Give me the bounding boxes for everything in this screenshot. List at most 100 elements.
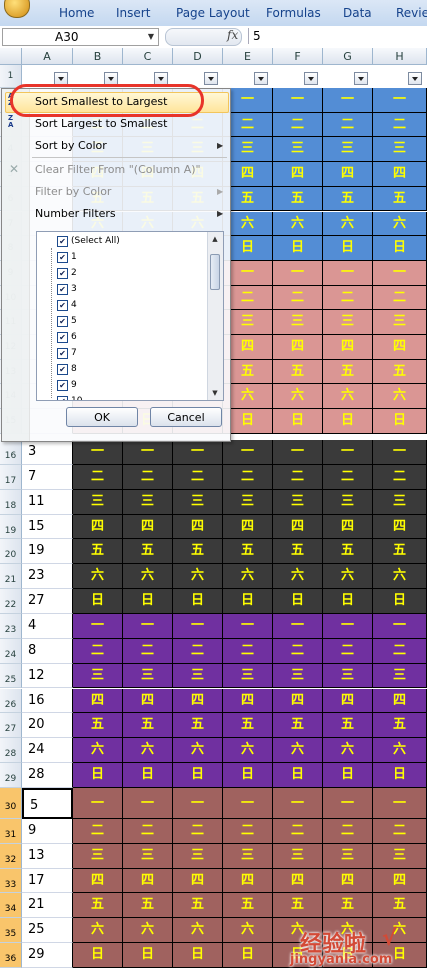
tab-home[interactable]: Home xyxy=(59,6,94,20)
table-cell[interactable]: 三 xyxy=(173,843,223,869)
row-header[interactable]: 31 xyxy=(0,818,22,844)
column-header[interactable]: B xyxy=(73,48,123,65)
table-cell[interactable]: 三 xyxy=(223,663,273,689)
table-cell[interactable]: 四 xyxy=(123,514,173,540)
table-cell[interactable]: 二 xyxy=(273,112,323,138)
table-cell[interactable]: 一 xyxy=(173,613,223,639)
table-cell[interactable]: 五 xyxy=(73,539,123,565)
row-header[interactable]: 35 xyxy=(0,918,22,944)
table-cell[interactable]: 五 xyxy=(373,713,427,739)
checkbox[interactable]: ✔ xyxy=(57,268,68,279)
table-cell[interactable]: 四 xyxy=(373,868,427,894)
table-cell[interactable]: 二 xyxy=(123,464,173,490)
row-header[interactable]: 16 xyxy=(0,440,22,465)
table-cell[interactable]: 一 xyxy=(73,440,123,465)
checkbox[interactable]: ✔ xyxy=(57,348,68,359)
table-cell[interactable]: 二 xyxy=(223,818,273,844)
table-cell[interactable]: 日 xyxy=(73,589,123,614)
table-cell[interactable]: 四 xyxy=(273,868,323,894)
table-cell[interactable]: 六 xyxy=(123,738,173,764)
table-cell[interactable]: 一 xyxy=(323,787,373,819)
table-cell[interactable]: 五 xyxy=(123,539,173,565)
table-cell[interactable]: 一 xyxy=(373,440,427,465)
table-cell[interactable]: 日 xyxy=(173,589,223,614)
table-cell[interactable]: 二 xyxy=(223,464,273,490)
table-cell[interactable]: 三 xyxy=(373,310,427,335)
table-cell[interactable]: 六 xyxy=(273,211,323,237)
table-cell[interactable]: 六 xyxy=(323,564,373,590)
table-cell[interactable]: 二 xyxy=(173,464,223,490)
table-cell[interactable]: 三 xyxy=(123,489,173,515)
table-cell[interactable]: 六 xyxy=(173,564,223,590)
table-cell[interactable]: 一 xyxy=(323,440,373,465)
table-cell[interactable]: 六 xyxy=(273,384,323,410)
table-cell[interactable]: 二 xyxy=(173,818,223,844)
table-cell[interactable]: 三 xyxy=(223,489,273,515)
table-cell-a[interactable]: 29 xyxy=(22,943,73,968)
filter-dropdown-button[interactable] xyxy=(254,72,268,85)
table-cell[interactable]: 日 xyxy=(373,589,427,614)
row-header[interactable]: 29 xyxy=(0,763,22,788)
table-cell[interactable]: 一 xyxy=(223,440,273,465)
table-cell[interactable]: 日 xyxy=(223,943,273,968)
row-header[interactable]: 21 xyxy=(0,564,22,590)
table-cell[interactable]: 六 xyxy=(273,564,323,590)
table-cell[interactable]: 五 xyxy=(323,186,373,212)
table-cell[interactable]: 三 xyxy=(323,137,373,163)
table-cell[interactable]: 四 xyxy=(73,514,123,540)
filter-value-list[interactable]: ✔(Select All)✔1✔2✔3✔4✔5✔6✔7✔8✔9✔10 ▲ ▼ xyxy=(36,231,224,401)
select-all-corner[interactable] xyxy=(0,48,22,65)
table-cell[interactable]: 一 xyxy=(123,440,173,465)
table-cell[interactable]: 二 xyxy=(323,818,373,844)
row-header[interactable]: 28 xyxy=(0,738,22,764)
table-cell[interactable]: 四 xyxy=(273,688,323,714)
table-cell[interactable]: 一 xyxy=(373,88,427,113)
table-cell[interactable]: 三 xyxy=(323,310,373,335)
row-header[interactable]: 22 xyxy=(0,589,22,614)
table-cell[interactable]: 三 xyxy=(273,663,323,689)
table-cell[interactable]: 三 xyxy=(273,310,323,335)
filter-dropdown-button[interactable] xyxy=(54,72,68,85)
table-cell[interactable]: 六 xyxy=(223,918,273,944)
filter-dropdown-button[interactable] xyxy=(304,72,318,85)
insert-function-icon[interactable]: fx xyxy=(227,28,238,42)
table-cell[interactable]: 日 xyxy=(73,943,123,968)
table-cell[interactable]: 日 xyxy=(323,409,373,434)
table-cell[interactable]: 二 xyxy=(373,112,427,138)
table-cell[interactable]: 六 xyxy=(73,918,123,944)
table-cell[interactable]: 日 xyxy=(123,763,173,788)
filter-dropdown-button[interactable] xyxy=(408,72,422,85)
table-cell[interactable]: 五 xyxy=(173,539,223,565)
table-cell[interactable]: 三 xyxy=(373,137,427,163)
table-cell[interactable]: 一 xyxy=(223,613,273,639)
table-cell-a[interactable]: 19 xyxy=(22,539,73,565)
row-header[interactable]: 25 xyxy=(0,663,22,689)
table-cell[interactable]: 三 xyxy=(73,843,123,869)
table-cell[interactable]: 五 xyxy=(273,186,323,212)
row-header[interactable]: 19 xyxy=(0,514,22,540)
office-button[interactable] xyxy=(4,0,30,18)
cancel-button[interactable]: Cancel xyxy=(150,407,222,427)
table-cell-a[interactable]: 27 xyxy=(22,589,73,614)
table-cell[interactable]: 二 xyxy=(323,638,373,664)
table-cell[interactable]: 五 xyxy=(73,713,123,739)
table-cell[interactable]: 四 xyxy=(323,868,373,894)
table-cell[interactable]: 四 xyxy=(323,335,373,360)
table-cell[interactable]: 三 xyxy=(273,843,323,869)
table-cell[interactable]: 五 xyxy=(373,539,427,565)
table-cell[interactable]: 五 xyxy=(323,539,373,565)
table-cell-a[interactable]: 7 xyxy=(22,464,73,490)
row-header[interactable]: 33 xyxy=(0,868,22,894)
row-header[interactable]: 34 xyxy=(0,893,22,919)
table-cell[interactable]: 一 xyxy=(273,260,323,286)
checkbox[interactable]: ✔ xyxy=(57,236,68,247)
tab-review[interactable]: Review xyxy=(396,6,427,20)
table-cell[interactable]: 二 xyxy=(373,638,427,664)
table-cell[interactable]: 五 xyxy=(223,893,273,919)
table-cell[interactable]: 一 xyxy=(273,787,323,819)
table-cell[interactable]: 日 xyxy=(123,589,173,614)
table-cell[interactable]: 日 xyxy=(173,943,223,968)
table-cell[interactable]: 四 xyxy=(373,162,427,187)
name-box[interactable]: A30 ▼ xyxy=(2,28,159,46)
table-cell[interactable]: 三 xyxy=(323,663,373,689)
